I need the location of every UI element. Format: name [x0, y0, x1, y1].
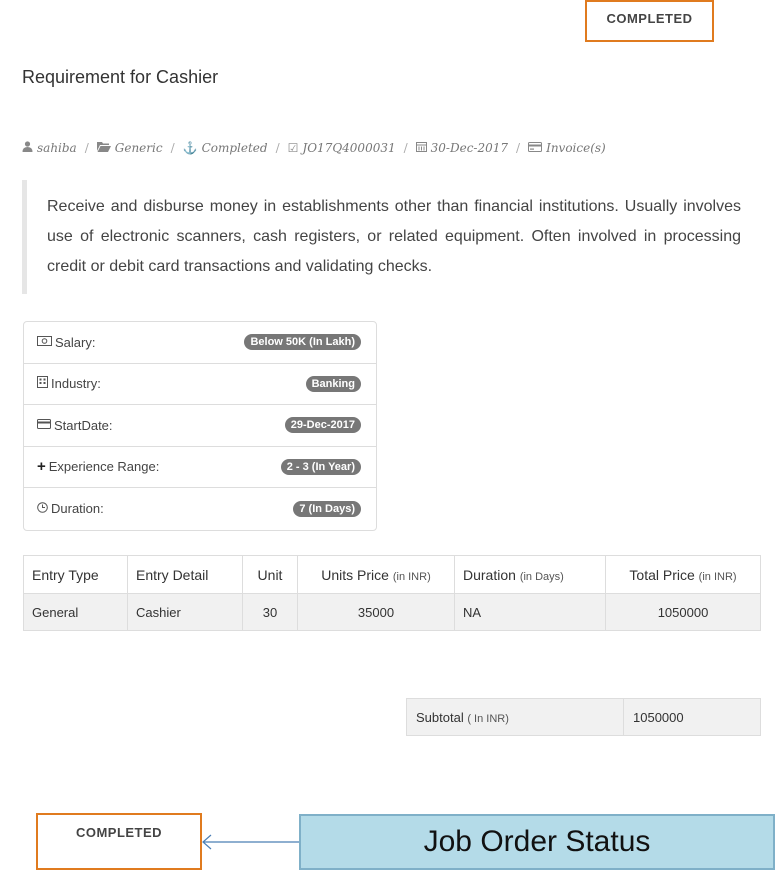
- salary-value-badge: Below 50K (In Lakh): [244, 334, 361, 351]
- industry-label: Industry:: [51, 376, 101, 392]
- status-badge-bottom: COMPLETED: [36, 813, 202, 870]
- col-duration-note: (in Days): [519, 570, 564, 583]
- detail-row-industry: Industry: Banking: [24, 364, 376, 405]
- subtotal-row: Subtotal ( In INR) 1050000: [406, 698, 761, 736]
- money-icon: [37, 335, 52, 349]
- cell-entry-type: General: [23, 593, 128, 631]
- status-badge-text: COMPLETED: [606, 11, 693, 26]
- col-entry-type: Entry Type: [23, 555, 128, 594]
- meta-invoice-label: Invoice(s): [546, 141, 606, 155]
- description-text: Receive and disburse money in establishm…: [47, 198, 741, 275]
- duration-label: Duration:: [51, 501, 104, 517]
- startdate-value-badge: 29-Dec-2017: [284, 417, 361, 434]
- meta-user-label: sahiba: [37, 141, 77, 155]
- cell-entry-detail: Cashier: [127, 593, 243, 631]
- meta-invoice-link[interactable]: Invoice(s): [528, 141, 606, 155]
- meta-category[interactable]: Generic: [96, 141, 163, 155]
- meta-user[interactable]: sahiba: [22, 141, 77, 155]
- col-total-price: Total Price (in INR): [605, 555, 761, 594]
- experience-label: Experience Range:: [48, 459, 160, 475]
- callout-arrow-icon: [202, 834, 299, 850]
- detail-row-duration: Duration: 7 (In Days): [24, 488, 376, 530]
- salary-label: Salary:: [55, 334, 96, 350]
- meta-separator: /: [516, 141, 521, 155]
- meta-job-id: ☑ JO17Q4000031: [288, 141, 396, 155]
- subtotal-label: Subtotal: [416, 709, 464, 725]
- col-total-price-note: (in INR): [698, 570, 737, 583]
- status-badge-text: COMPLETED: [75, 825, 163, 840]
- description-block: Receive and disburse money in establishm…: [22, 180, 741, 294]
- detail-row-salary: Salary: Below 50K (In Lakh): [24, 322, 376, 364]
- user-icon: [22, 141, 33, 155]
- folder-open-icon: [96, 141, 111, 155]
- cell-units-price: 35000: [297, 593, 455, 631]
- col-duration-label: Duration: [463, 566, 516, 583]
- details-box: Salary: Below 50K (In Lakh) Industry: Ba…: [23, 321, 377, 531]
- meta-date: 30-Dec-2017: [415, 141, 509, 155]
- meta-separator: /: [84, 141, 89, 155]
- col-entry-detail: Entry Detail: [127, 555, 243, 594]
- clock-icon: [37, 501, 48, 516]
- duration-value-badge: 7 (In Days): [293, 500, 361, 517]
- credit-card-icon: [528, 141, 543, 155]
- meta-status-label: Completed: [201, 141, 268, 155]
- meta-separator: /: [275, 141, 280, 155]
- col-units-price-note: (in INR): [392, 570, 431, 583]
- subtotal-value: 1050000: [623, 698, 761, 736]
- col-units-price: Units Price (in INR): [297, 555, 455, 594]
- meta-status: ⚓ Completed: [183, 141, 268, 155]
- plus-icon: +: [37, 458, 46, 476]
- meta-separator: /: [403, 141, 408, 155]
- experience-value-badge: 2 - 3 (In Year): [280, 458, 361, 475]
- calendar-icon: [415, 141, 427, 155]
- subtotal-label-cell: Subtotal ( In INR): [406, 698, 624, 736]
- subtotal-note: ( In INR): [467, 712, 509, 725]
- callout-label: Job Order Status: [299, 814, 775, 870]
- meta-row: sahiba / Generic / ⚓ Completed / ☑ JO17Q…: [22, 141, 606, 155]
- subtotal-table: Subtotal ( In INR) 1050000: [406, 698, 761, 736]
- building-icon: [37, 376, 48, 391]
- col-units-price-label: Units Price: [321, 566, 389, 583]
- anchor-icon: ⚓: [182, 141, 198, 155]
- col-total-price-label: Total Price: [629, 566, 695, 583]
- startdate-label: StartDate:: [54, 417, 113, 433]
- col-duration: Duration (in Days): [454, 555, 606, 594]
- meta-category-label: Generic: [114, 141, 163, 155]
- meta-separator: /: [170, 141, 175, 155]
- detail-row-experience: + Experience Range: 2 - 3 (In Year): [24, 447, 376, 488]
- cell-duration: NA: [454, 593, 606, 631]
- cell-unit: 30: [242, 593, 298, 631]
- detail-row-startdate: StartDate: 29-Dec-2017: [24, 405, 376, 447]
- check-square-icon: ☑: [287, 141, 299, 155]
- meta-date-label: 30-Dec-2017: [430, 141, 509, 155]
- status-badge-top: COMPLETED: [585, 0, 714, 42]
- meta-job-id-label: JO17Q4000031: [302, 141, 396, 155]
- callout-text: Job Order Status: [423, 825, 651, 858]
- entries-table: Entry Type Entry Detail Unit Units Price…: [23, 555, 761, 631]
- table-header-row: Entry Type Entry Detail Unit Units Price…: [23, 555, 761, 594]
- table-row: General Cashier 30 35000 NA 1050000: [23, 593, 761, 631]
- industry-value-badge: Banking: [305, 375, 361, 392]
- page-title: Requirement for Cashier: [22, 67, 219, 87]
- col-unit: Unit: [242, 555, 298, 594]
- cell-total-price: 1050000: [605, 593, 761, 631]
- credit-card-icon: [37, 418, 51, 432]
